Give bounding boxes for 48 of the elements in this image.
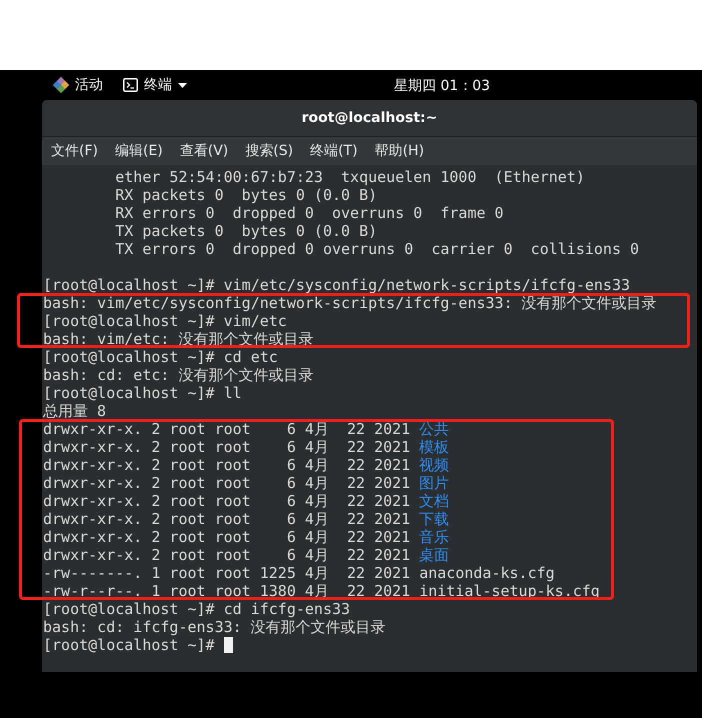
menu-item[interactable]: 查看(V)	[178, 142, 236, 160]
menu-item[interactable]: 搜索(S)	[244, 142, 302, 160]
terminal-line: [root@localhost ~]# vim/etc/sysconfig/network-scripts/ifcfg-ens33	[43, 276, 630, 294]
file-meta: drwxr-xr-x. 2 root root 6 4月 22 2021	[43, 438, 410, 456]
file-name: 文档	[419, 492, 450, 510]
clock[interactable]: 星期四 01：03	[394, 77, 490, 95]
terminal-line: bash: vim/etc/sysconfig/network-scripts/ifcfg-ens33: 没有那个文件或目录	[43, 294, 657, 312]
file-name: 视频	[419, 456, 450, 474]
terminal-icon	[123, 78, 138, 92]
terminal-line: bash: cd: ifcfg-ens33: 没有那个文件或目录	[43, 618, 386, 636]
file-meta: -rw-------. 1 root root 1225 4月 22 2021	[43, 564, 410, 582]
terminal-line: [root@localhost ~]# cd etc	[43, 348, 278, 366]
file-meta: drwxr-xr-x. 2 root root 6 4月 22 2021	[43, 474, 410, 492]
terminal-line: TX errors 0 dropped 0 overruns 0 carrier 0 collisions 0	[114, 240, 640, 258]
file-name: 桌面	[419, 546, 450, 564]
terminal-line: TX packets 0 bytes 0 (0.0 B)	[114, 222, 378, 240]
menu-item[interactable]: 文件(F)	[50, 142, 106, 160]
file-name: anaconda-ks.cfg	[419, 564, 555, 582]
activities-button[interactable]: 活动	[75, 76, 103, 94]
file-name: 公共	[419, 420, 450, 438]
file-meta: drwxr-xr-x. 2 root root 6 4月 22 2021	[43, 456, 410, 474]
menu-item[interactable]: 编辑(E)	[114, 142, 171, 160]
file-name: 图片	[419, 474, 450, 492]
file-meta: drwxr-xr-x. 2 root root 6 4月 22 2021	[43, 546, 410, 564]
file-name: 音乐	[419, 528, 450, 546]
prompt: [root@localhost ~]#	[43, 636, 216, 654]
terminal-line: [root@localhost ~]# vim/etc	[43, 312, 287, 330]
window-title: root@localhost:~	[302, 110, 438, 126]
app-menu-button[interactable]: 终端	[123, 76, 187, 94]
terminal-line: [root@localhost ~]# ll	[43, 384, 242, 402]
terminal-line: 总用量 8	[43, 402, 106, 420]
terminal-line: RX errors 0 dropped 0 overruns 0 frame 0	[114, 204, 504, 222]
file-name: initial-setup-ks.cfg	[419, 582, 600, 600]
terminal-line: RX packets 0 bytes 0 (0.0 B)	[114, 186, 378, 204]
file-meta: -rw-r--r--. 1 root root 1380 4月 22 2021	[43, 582, 410, 600]
terminal-line: ether 52:54:00:67:b7:23 txqueuelen 1000 (Ethernet)	[114, 168, 585, 186]
file-meta: drwxr-xr-x. 2 root root 6 4月 22 2021	[43, 510, 410, 528]
terminal-line: [root@localhost ~]# cd ifcfg-ens33	[43, 600, 350, 618]
file-meta: drwxr-xr-x. 2 root root 6 4月 22 2021	[43, 492, 410, 510]
menu-item[interactable]: 终端(T)	[309, 142, 366, 160]
file-meta: drwxr-xr-x. 2 root root 6 4月 22 2021	[43, 528, 410, 546]
file-meta: drwxr-xr-x. 2 root root 6 4月 22 2021	[43, 420, 410, 438]
menu-item[interactable]: 帮助(H)	[374, 142, 432, 160]
terminal-line: bash: cd: etc: 没有那个文件或目录	[43, 366, 314, 384]
caret-icon	[178, 82, 187, 88]
flower-logo-icon	[53, 77, 69, 93]
file-name: 模板	[419, 438, 450, 456]
file-name: 下载	[419, 510, 450, 528]
